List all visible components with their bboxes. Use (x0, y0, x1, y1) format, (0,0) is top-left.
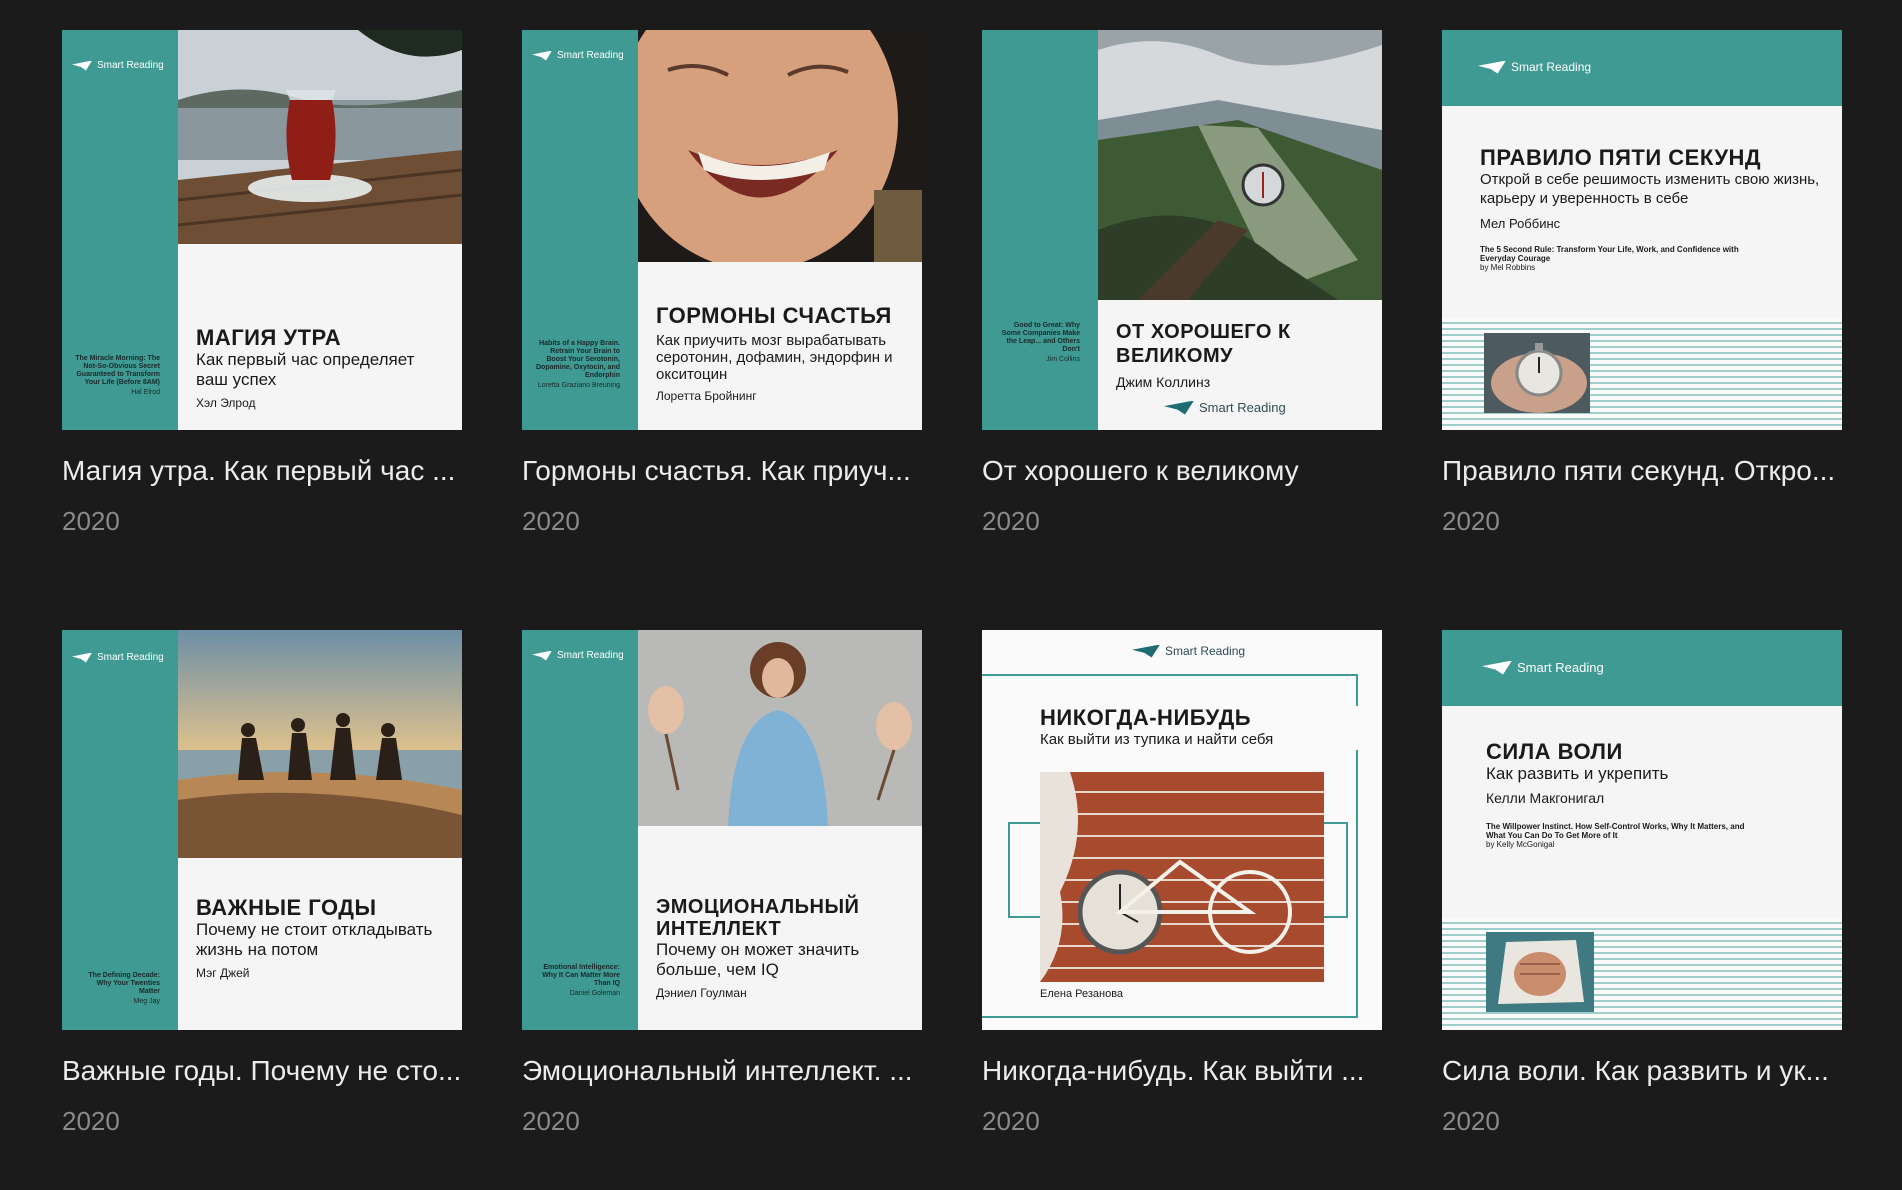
book-title[interactable]: От хорошего к великому (982, 454, 1382, 488)
book-year: 2020 (62, 506, 120, 536)
book-title[interactable]: Правило пяти секунд. Откро... (1442, 454, 1842, 488)
cover-text: ВАЖНЫЕ ГОДЫ Почему не стоит откладывать … (196, 895, 433, 981)
book-title[interactable]: Магия утра. Как первый час ... (62, 454, 462, 488)
cover-photo-tea (178, 30, 462, 244)
smart-reading-logo: Smart Reading (532, 650, 624, 661)
book-year: 2020 (62, 1106, 120, 1136)
book-title[interactable]: Важные годы. Почему не сто... (62, 1054, 462, 1088)
book-cover[interactable]: Smart Reading ПРАВИЛО ПЯТИ СЕКУНД Открой… (1442, 30, 1842, 430)
cover-text: НИКОГДА-НИБУДЬ Как выйти из тупика и най… (1040, 706, 1360, 750)
cover-photo-mountain (1098, 30, 1382, 300)
cover-photo-masks (638, 630, 922, 826)
cover-text: ОТ ХОРОШЕГО К ВЕЛИКОМУ Джим Коллинз (1116, 321, 1291, 390)
smart-reading-logo: Smart Reading (1478, 60, 1591, 74)
cover-photo-fist (1486, 932, 1594, 1012)
original-title: Emotional Intelligence: Why It Can Matte… (542, 964, 620, 997)
cover-photo-smile (638, 30, 922, 262)
smart-reading-logo: Smart Reading (1132, 644, 1245, 658)
book-title[interactable]: Никогда-нибудь. Как выйти ... (982, 1054, 1382, 1088)
smart-reading-logo: Smart Reading (1482, 660, 1604, 675)
book-cover[interactable]: Smart Reading НИКОГДА-НИБУДЬ Как выйти и… (982, 630, 1382, 1030)
book-year: 2020 (522, 1106, 580, 1136)
cover-strip (982, 30, 1098, 430)
book-card-ot-khoroshego[interactable]: Good to Great: Why Some Companies Make t… (982, 30, 1382, 537)
book-card-gormony-schastya[interactable]: Smart Reading Habits of a Happy Brain. R… (522, 30, 922, 537)
book-year: 2020 (982, 1106, 1040, 1136)
book-card-emotsionalny-intellekt[interactable]: Smart Reading Emotional Intelligence: Wh… (522, 630, 922, 1137)
cover-text: ПРАВИЛО ПЯТИ СЕКУНД Открой в себе решимо… (1480, 145, 1820, 273)
book-cover[interactable]: Smart Reading The Defining Decade: Why Y… (62, 630, 462, 1030)
smart-reading-logo: Smart Reading (532, 50, 624, 61)
original-title: The Defining Decade: Why Your Twenties M… (88, 972, 160, 1005)
original-title: The Miracle Morning: The Not-So-Obvious … (75, 355, 160, 396)
book-card-vazhnye-gody[interactable]: Smart Reading The Defining Decade: Why Y… (62, 630, 462, 1137)
cover-author: Елена Резанова (1040, 988, 1124, 1000)
smart-reading-logo: Smart Reading (72, 60, 164, 71)
book-card-pravilo-pyati-sekund[interactable]: Smart Reading ПРАВИЛО ПЯТИ СЕКУНД Открой… (1442, 30, 1842, 537)
book-title[interactable]: Эмоциональный интеллект. ... (522, 1054, 922, 1088)
book-cover[interactable]: Smart Reading The Miracle Morning: The N… (62, 30, 462, 430)
cover-text: ГОРМОНЫ СЧАСТЬЯ Как приучить мозг выраба… (656, 303, 893, 404)
book-grid: Smart Reading The Miracle Morning: The N… (0, 0, 1902, 1190)
cover-photo-stopwatch (1484, 333, 1590, 413)
cover-text: ЭМОЦИОНАЛЬНЫЙ ИНТЕЛЛЕКТ Почему он может … (656, 896, 860, 1000)
book-cover[interactable]: Smart Reading Habits of a Happy Brain. R… (522, 30, 922, 430)
book-card-magia-utra[interactable]: Smart Reading The Miracle Morning: The N… (62, 30, 462, 537)
book-cover[interactable]: Smart Reading СИЛА ВОЛИ Как развить и ук… (1442, 630, 1842, 1030)
book-title[interactable]: Гормоны счастья. Как приуч... (522, 454, 922, 488)
cover-text: СИЛА ВОЛИ Как развить и укрепить Келли М… (1486, 739, 1745, 850)
original-title: Good to Great: Why Some Companies Make t… (1001, 322, 1080, 363)
book-year: 2020 (982, 506, 1040, 536)
cover-text: МАГИЯ УТРА Как первый час определяет ваш… (196, 325, 415, 411)
book-year: 2020 (1442, 506, 1500, 536)
book-card-sila-voli[interactable]: Smart Reading СИЛА ВОЛИ Как развить и ук… (1442, 630, 1842, 1137)
book-cover[interactable]: Smart Reading Emotional Intelligence: Wh… (522, 630, 922, 1030)
smart-reading-logo: Smart Reading (1164, 400, 1286, 415)
book-title[interactable]: Сила воли. Как развить и ук... (1442, 1054, 1842, 1088)
original-title: Habits of a Happy Brain. Retrain Your Br… (535, 340, 620, 389)
book-year: 2020 (522, 506, 580, 536)
smart-reading-logo: Smart Reading (72, 652, 164, 663)
cover-photo-beach (178, 630, 462, 858)
book-card-nikogda-nibud[interactable]: Smart Reading НИКОГДА-НИБУДЬ Как выйти и… (982, 630, 1382, 1137)
cover-photo-brick-clock (1040, 772, 1324, 982)
book-year: 2020 (1442, 1106, 1500, 1136)
book-cover[interactable]: Good to Great: Why Some Companies Make t… (982, 30, 1382, 430)
cover-strip (62, 630, 178, 1030)
